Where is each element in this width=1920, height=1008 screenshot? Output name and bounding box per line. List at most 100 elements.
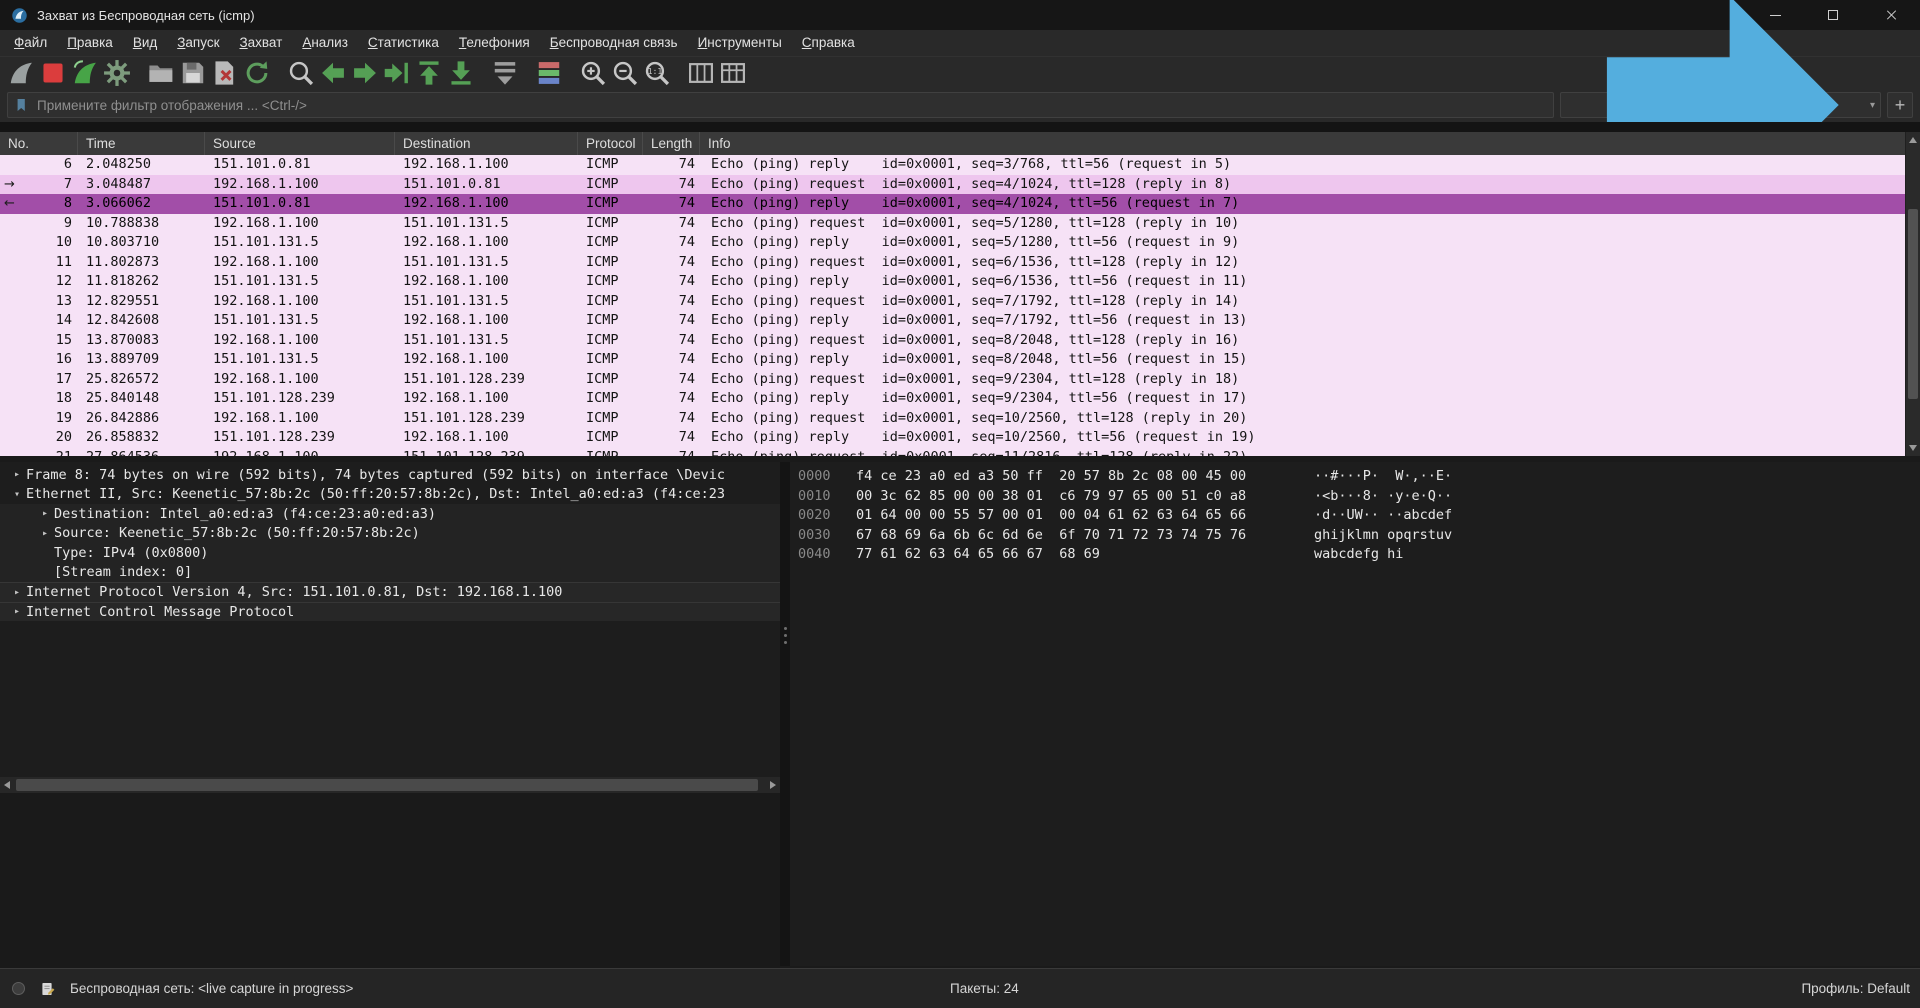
- scroll-left-icon[interactable]: [4, 781, 10, 789]
- hex-row[interactable]: 0000f4 ce 23 a0 ed a3 50 ff 20 57 8b 2c …: [798, 467, 1920, 487]
- start-capture-button[interactable]: [6, 59, 36, 87]
- packet-cell-len: 74: [643, 175, 700, 195]
- packet-cell-no: 20: [0, 428, 78, 448]
- add-filter-button[interactable]: +: [1887, 92, 1913, 118]
- column-header-source[interactable]: Source: [205, 132, 395, 155]
- detail-row[interactable]: [Stream index: 0]: [0, 563, 780, 583]
- collapse-icon[interactable]: ▾: [8, 489, 26, 500]
- scrollbar-thumb[interactable]: [16, 779, 758, 791]
- go-forward-button[interactable]: [350, 59, 380, 87]
- detail-row[interactable]: ▸Source: Keenetic_57:8b:2c (50:ff:20:57:…: [0, 524, 780, 544]
- expand-icon[interactable]: ▸: [8, 606, 26, 617]
- column-header-destination[interactable]: Destination: [395, 132, 578, 155]
- scroll-up-icon[interactable]: [1909, 137, 1917, 143]
- column-header-no[interactable]: No.: [0, 132, 78, 155]
- packet-row[interactable]: 62.048250151.101.0.81192.168.1.100ICMP74…: [0, 155, 1905, 175]
- packet-row[interactable]: 2127.864536192.168.1.100151.101.128.239I…: [0, 448, 1905, 457]
- chevron-down-icon[interactable]: ▾: [1870, 100, 1875, 111]
- packet-cell-proto: ICMP: [578, 311, 643, 331]
- column-header-length[interactable]: Length: [643, 132, 700, 155]
- menu-item-edit[interactable]: Правка: [57, 30, 123, 56]
- packet-row[interactable]: 1725.826572192.168.1.100151.101.128.239I…: [0, 370, 1905, 390]
- menu-item-tools[interactable]: Инструменты: [688, 30, 792, 56]
- packet-row[interactable]: 1312.829551192.168.1.100151.101.131.5ICM…: [0, 292, 1905, 312]
- expand-icon[interactable]: ▸: [8, 469, 26, 480]
- scroll-right-icon[interactable]: [770, 781, 776, 789]
- expand-icon[interactable]: ▸: [8, 587, 26, 598]
- packet-row[interactable]: 2026.858832151.101.128.239192.168.1.100I…: [0, 428, 1905, 448]
- capture-comment-icon[interactable]: [40, 981, 56, 997]
- packet-row[interactable]: 1613.889709151.101.131.5192.168.1.100ICM…: [0, 350, 1905, 370]
- detail-row[interactable]: ▸Frame 8: 74 bytes on wire (592 bits), 7…: [0, 465, 780, 485]
- packet-cell-len: 74: [643, 253, 700, 273]
- zoom-in-button[interactable]: [578, 59, 608, 87]
- restart-capture-button[interactable]: [70, 59, 100, 87]
- scroll-down-icon[interactable]: [1909, 445, 1917, 451]
- menu-item-help[interactable]: Справка: [792, 30, 865, 56]
- pane-splitter[interactable]: [780, 462, 790, 966]
- hex-row[interactable]: 002001 64 00 00 55 57 00 01 00 04 61 62 …: [798, 506, 1920, 526]
- menu-item-wireless[interactable]: Беспроводная связь: [540, 30, 688, 56]
- menu-item-statistics[interactable]: Статистика: [358, 30, 449, 56]
- menu-item-view[interactable]: Вид: [123, 30, 167, 56]
- detail-row[interactable]: ▸Internet Control Message Protocol: [0, 602, 780, 622]
- column-header-info[interactable]: Info: [700, 132, 1920, 155]
- hex-row[interactable]: 004077 61 62 63 64 65 66 67 68 69wabcdef…: [798, 545, 1920, 565]
- fit-columns-button[interactable]: [718, 59, 748, 87]
- auto-scroll-button[interactable]: [490, 59, 520, 87]
- menu-item-file[interactable]: Файл: [4, 30, 57, 56]
- go-back-button[interactable]: [318, 59, 348, 87]
- column-header-time[interactable]: Time: [78, 132, 205, 155]
- detail-row[interactable]: ▸Destination: Intel_a0:ed:a3 (f4:ce:23:a…: [0, 504, 780, 524]
- detail-row[interactable]: Type: IPv4 (0x0800): [0, 543, 780, 563]
- stop-capture-button[interactable]: [38, 59, 68, 87]
- detail-row[interactable]: ▸Internet Protocol Version 4, Src: 151.1…: [0, 582, 780, 602]
- packet-row[interactable]: 1825.840148151.101.128.239192.168.1.100I…: [0, 389, 1905, 409]
- capture-options-button[interactable]: [102, 59, 132, 87]
- bookmark-icon[interactable]: [14, 97, 30, 113]
- packet-row[interactable]: →73.048487192.168.1.100151.101.0.81ICMP7…: [0, 175, 1905, 195]
- packet-list-scrollbar[interactable]: [1905, 132, 1920, 456]
- packet-row[interactable]: 1111.802873192.168.1.100151.101.131.5ICM…: [0, 253, 1905, 273]
- menu-item-go[interactable]: Запуск: [167, 30, 229, 56]
- menu-item-telephony[interactable]: Телефония: [449, 30, 540, 56]
- find-packet-button[interactable]: [286, 59, 316, 87]
- scrollbar-thumb[interactable]: [1908, 209, 1918, 399]
- display-filter-input[interactable]: [37, 98, 1547, 113]
- expand-icon[interactable]: ▸: [36, 508, 54, 519]
- packet-row[interactable]: 1412.842608151.101.131.5192.168.1.100ICM…: [0, 311, 1905, 331]
- go-last-packet-button[interactable]: [446, 59, 476, 87]
- close-file-button[interactable]: [210, 59, 240, 87]
- column-header-protocol[interactable]: Protocol: [578, 132, 643, 155]
- zoom-reset-button[interactable]: 1:1: [642, 59, 672, 87]
- display-filter-field[interactable]: [7, 92, 1554, 118]
- packet-row[interactable]: 910.788838192.168.1.100151.101.131.5ICMP…: [0, 214, 1905, 234]
- go-to-packet-button[interactable]: [382, 59, 412, 87]
- go-first-packet-button[interactable]: [414, 59, 444, 87]
- packet-row[interactable]: 1926.842886192.168.1.100151.101.128.239I…: [0, 409, 1905, 429]
- resize-columns-button[interactable]: [686, 59, 716, 87]
- details-horizontal-scrollbar[interactable]: [0, 777, 780, 793]
- packet-row[interactable]: 1010.803710151.101.131.5192.168.1.100ICM…: [0, 233, 1905, 253]
- open-file-button[interactable]: [146, 59, 176, 87]
- packet-row[interactable]: 1513.870083192.168.1.100151.101.131.5ICM…: [0, 331, 1905, 351]
- detail-row[interactable]: ▾Ethernet II, Src: Keenetic_57:8b:2c (50…: [0, 485, 780, 505]
- close-file-icon: [210, 58, 240, 88]
- apply-filter-button[interactable]: ▾: [1560, 92, 1881, 118]
- menu-item-capture[interactable]: Захват: [229, 30, 292, 56]
- packet-row[interactable]: ←83.066062151.101.0.81192.168.1.100ICMP7…: [0, 194, 1905, 214]
- hex-row[interactable]: 001000 3c 62 85 00 00 38 01 c6 79 97 65 …: [798, 487, 1920, 507]
- hex-row[interactable]: 003067 68 69 6a 6b 6c 6d 6e 6f 70 71 72 …: [798, 526, 1920, 546]
- save-file-button[interactable]: [178, 59, 208, 87]
- zoom-out-button[interactable]: [610, 59, 640, 87]
- menu-item-analyze[interactable]: Анализ: [292, 30, 358, 56]
- expert-info-icon[interactable]: [12, 982, 25, 995]
- reload-button[interactable]: [242, 59, 272, 87]
- packet-cell-proto: ICMP: [578, 389, 643, 409]
- profile-text[interactable]: Профиль: Default: [1801, 981, 1910, 996]
- splitter-handle-icon[interactable]: [784, 627, 787, 630]
- packet-row[interactable]: 1211.818262151.101.131.5192.168.1.100ICM…: [0, 272, 1905, 292]
- expand-icon[interactable]: ▸: [36, 528, 54, 539]
- colorize-button[interactable]: [534, 59, 564, 87]
- close-button[interactable]: [1862, 0, 1920, 30]
